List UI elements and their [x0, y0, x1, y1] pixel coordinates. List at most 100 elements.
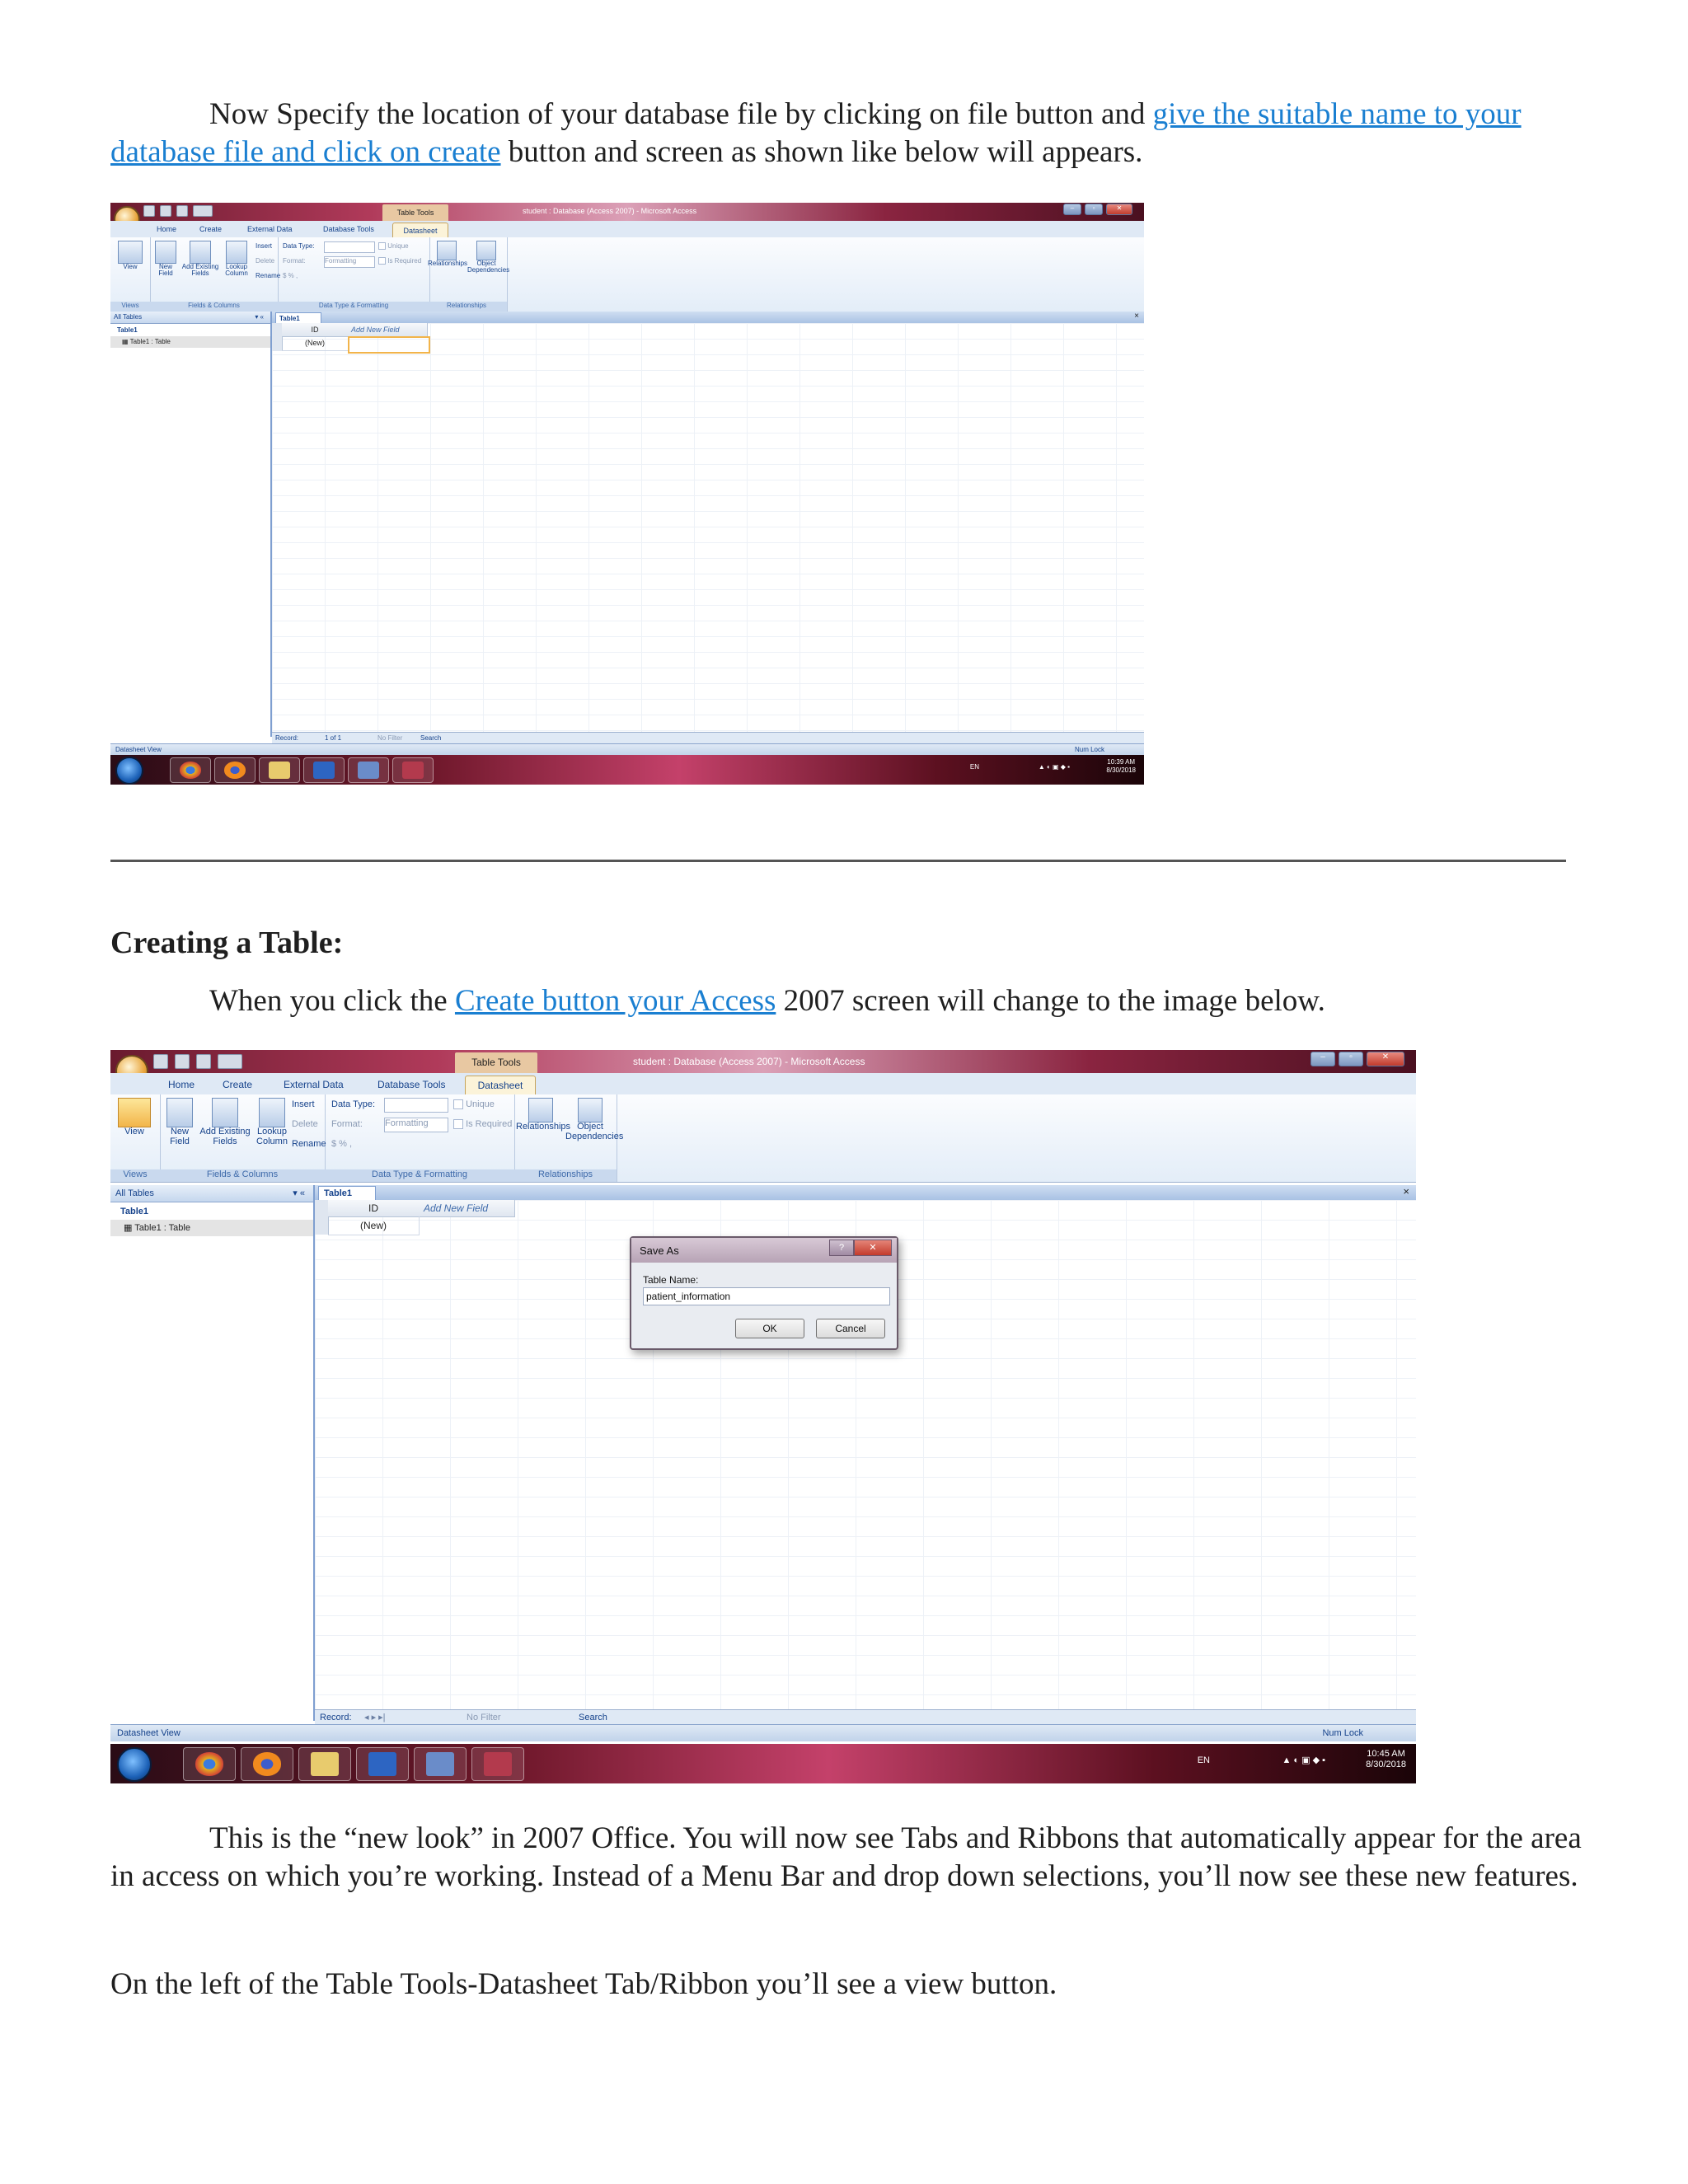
tray-language[interactable]: EN	[1198, 1755, 1210, 1766]
restore-icon[interactable]: ▫	[1085, 204, 1103, 215]
rename-button[interactable]: Rename	[256, 272, 280, 279]
chrome-icon[interactable]	[183, 1747, 236, 1781]
tab-database-tools[interactable]: Database Tools	[323, 225, 374, 233]
close-icon[interactable]: ✕	[1367, 1052, 1404, 1066]
redo-icon[interactable]	[196, 1054, 211, 1069]
tab-datasheet[interactable]: Datasheet	[392, 223, 448, 238]
is-required-checkbox[interactable]: Is Required	[453, 1119, 512, 1130]
data-type-dropdown[interactable]	[324, 241, 375, 253]
clock[interactable]: 10:39 AM 8/30/2018	[1106, 758, 1136, 774]
add-existing-fields-button[interactable]: Add Existing Fields	[198, 1098, 252, 1146]
relationships-button[interactable]: Relationships	[428, 241, 467, 267]
column-header-id[interactable]: ID	[328, 1200, 420, 1217]
tab-datasheet[interactable]: Datasheet	[465, 1076, 536, 1095]
minimize-icon[interactable]: –	[1063, 204, 1081, 215]
folder-icon[interactable]	[298, 1747, 351, 1781]
delete-button[interactable]: Delete	[256, 257, 274, 265]
access-taskbar-icon[interactable]	[471, 1747, 524, 1781]
column-header-id[interactable]: ID	[282, 323, 349, 337]
record-nav-arrows[interactable]: ◂ ▸ ▸|	[364, 1712, 386, 1722]
object-dependencies-button[interactable]: Object Dependencies	[565, 1098, 623, 1141]
lookup-column-button[interactable]: Lookup Column	[221, 241, 252, 278]
currency-buttons[interactable]: $ % ,	[283, 272, 298, 279]
chrome-icon[interactable]	[170, 757, 211, 783]
all-tables-header[interactable]: All Tables ▾ «	[110, 1185, 313, 1202]
new-record-id-cell[interactable]: (New)	[328, 1216, 420, 1235]
tab-home[interactable]: Home	[157, 225, 176, 233]
insert-button[interactable]: Insert	[292, 1099, 315, 1109]
firefox-icon[interactable]	[214, 757, 256, 783]
close-icon[interactable]: ×	[1134, 312, 1139, 321]
rename-button[interactable]: Rename	[292, 1139, 326, 1149]
unique-checkbox[interactable]: Unique	[378, 242, 409, 251]
currency-buttons[interactable]: $ % ,	[331, 1139, 352, 1149]
tab-table1[interactable]: Table1	[275, 312, 321, 324]
clock[interactable]: 10:45 AM 8/30/2018	[1366, 1749, 1406, 1770]
delete-button[interactable]: Delete	[292, 1119, 318, 1129]
search-box[interactable]: Search	[420, 734, 441, 742]
word-icon[interactable]	[356, 1747, 409, 1781]
app-icon[interactable]	[348, 757, 389, 783]
start-button[interactable]	[115, 757, 143, 785]
ok-button[interactable]: OK	[735, 1319, 804, 1338]
table-icon[interactable]	[218, 1054, 242, 1069]
tab-home[interactable]: Home	[168, 1079, 195, 1090]
tab-table1[interactable]: Table1	[318, 1186, 376, 1201]
new-field-button[interactable]: New Field	[153, 241, 178, 278]
is-required-checkbox[interactable]: Is Required	[378, 257, 421, 265]
relationships-button[interactable]: Relationships	[516, 1098, 570, 1132]
tray-language[interactable]: EN	[970, 763, 979, 771]
restore-icon[interactable]: ▫	[1339, 1052, 1363, 1066]
cancel-button[interactable]: Cancel	[816, 1319, 885, 1338]
add-existing-fields-button[interactable]: Add Existing Fields	[180, 241, 221, 278]
data-type-dropdown[interactable]	[384, 1098, 448, 1113]
firefox-icon[interactable]	[241, 1747, 293, 1781]
view-button[interactable]: View	[115, 1098, 153, 1137]
table-icon[interactable]	[193, 205, 213, 217]
nav-group-table1[interactable]: Table1	[110, 1203, 313, 1221]
tab-external-data[interactable]: External Data	[284, 1079, 344, 1090]
new-record-id-cell[interactable]: (New)	[282, 336, 349, 351]
search-box[interactable]: Search	[579, 1713, 607, 1722]
save-icon[interactable]	[143, 205, 155, 217]
record-position[interactable]: 1 of 1	[325, 734, 341, 742]
help-icon[interactable]: ?	[829, 1240, 854, 1256]
chevron-down-icon[interactable]: ▾ «	[255, 312, 264, 323]
new-field-button[interactable]: New Field	[165, 1098, 195, 1146]
access-taskbar-icon[interactable]	[392, 757, 434, 783]
save-icon[interactable]	[153, 1054, 168, 1069]
folder-icon[interactable]	[259, 757, 300, 783]
all-tables-header[interactable]: All Tables ▾ «	[110, 312, 270, 324]
datasheet-grid[interactable]: ID Add New Field (New)	[272, 323, 1144, 732]
nav-item-table1[interactable]: ▦ Table1 : Table	[110, 1220, 313, 1236]
create-link[interactable]: Create button your Access	[455, 984, 776, 1018]
minimize-icon[interactable]: –	[1311, 1052, 1335, 1066]
nav-item-table1[interactable]: ▦ Table1 : Table	[110, 336, 270, 348]
start-button[interactable]	[117, 1747, 152, 1782]
column-header-add-new-field[interactable]: Add New Field	[419, 1200, 515, 1217]
column-header-add-new-field[interactable]: Add New Field	[348, 323, 428, 337]
nav-group-table1[interactable]: Table1	[110, 325, 270, 337]
table-name-input[interactable]: patient_information	[643, 1287, 890, 1305]
tab-create[interactable]: Create	[199, 225, 222, 233]
redo-icon[interactable]	[176, 205, 188, 217]
chevron-down-icon[interactable]: ▾ «	[293, 1185, 305, 1202]
close-icon[interactable]: ×	[1403, 1185, 1409, 1197]
undo-icon[interactable]	[160, 205, 171, 217]
word-icon[interactable]	[303, 757, 345, 783]
lookup-column-button[interactable]: Lookup Column	[254, 1098, 290, 1146]
row-selector[interactable]	[315, 1200, 329, 1235]
app-icon[interactable]	[414, 1747, 467, 1781]
unique-checkbox[interactable]: Unique	[453, 1099, 495, 1110]
tab-external-data[interactable]: External Data	[247, 225, 293, 233]
tab-create[interactable]: Create	[223, 1079, 252, 1090]
insert-button[interactable]: Insert	[256, 242, 272, 250]
format-dropdown[interactable]: Formatting	[324, 256, 375, 268]
close-icon[interactable]: ✕	[1106, 204, 1132, 215]
new-record-field-cell[interactable]	[348, 336, 430, 354]
undo-icon[interactable]	[175, 1054, 190, 1069]
no-filter-button[interactable]: No Filter	[467, 1713, 501, 1722]
tab-database-tools[interactable]: Database Tools	[377, 1079, 446, 1090]
format-dropdown[interactable]: Formatting	[384, 1118, 448, 1132]
object-dependencies-button[interactable]: Object Dependencies	[467, 241, 509, 274]
